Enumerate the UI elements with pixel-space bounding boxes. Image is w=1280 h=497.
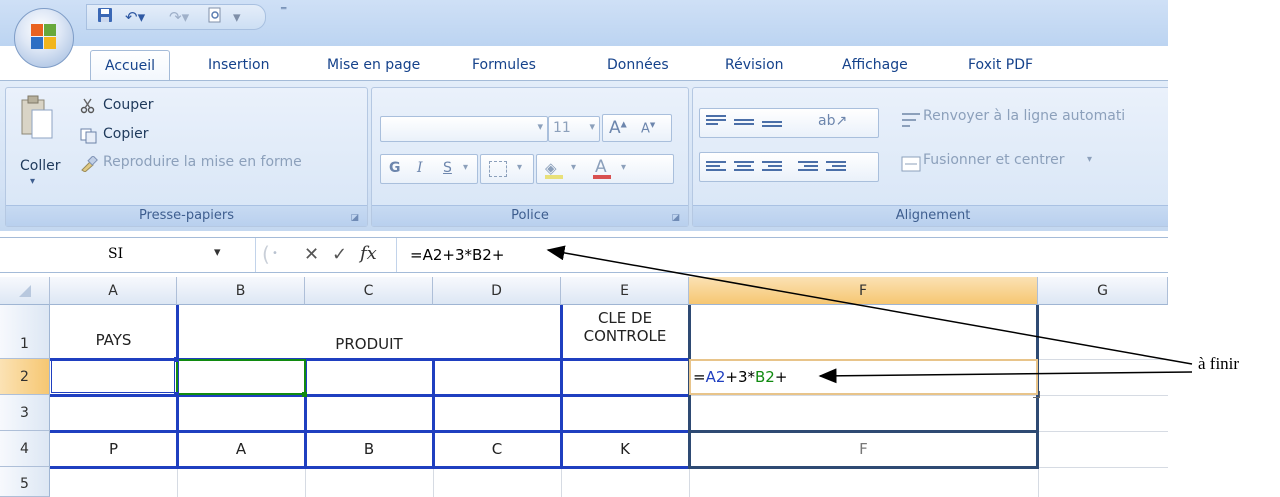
annotation-label: à finir — [1198, 354, 1240, 373]
arrow-to-cell — [818, 368, 1193, 384]
office-logo-icon — [31, 24, 57, 50]
annotation-arrows — [546, 245, 1193, 384]
office-button[interactable] — [14, 8, 74, 68]
arrow-to-formula-bar — [546, 245, 1193, 365]
